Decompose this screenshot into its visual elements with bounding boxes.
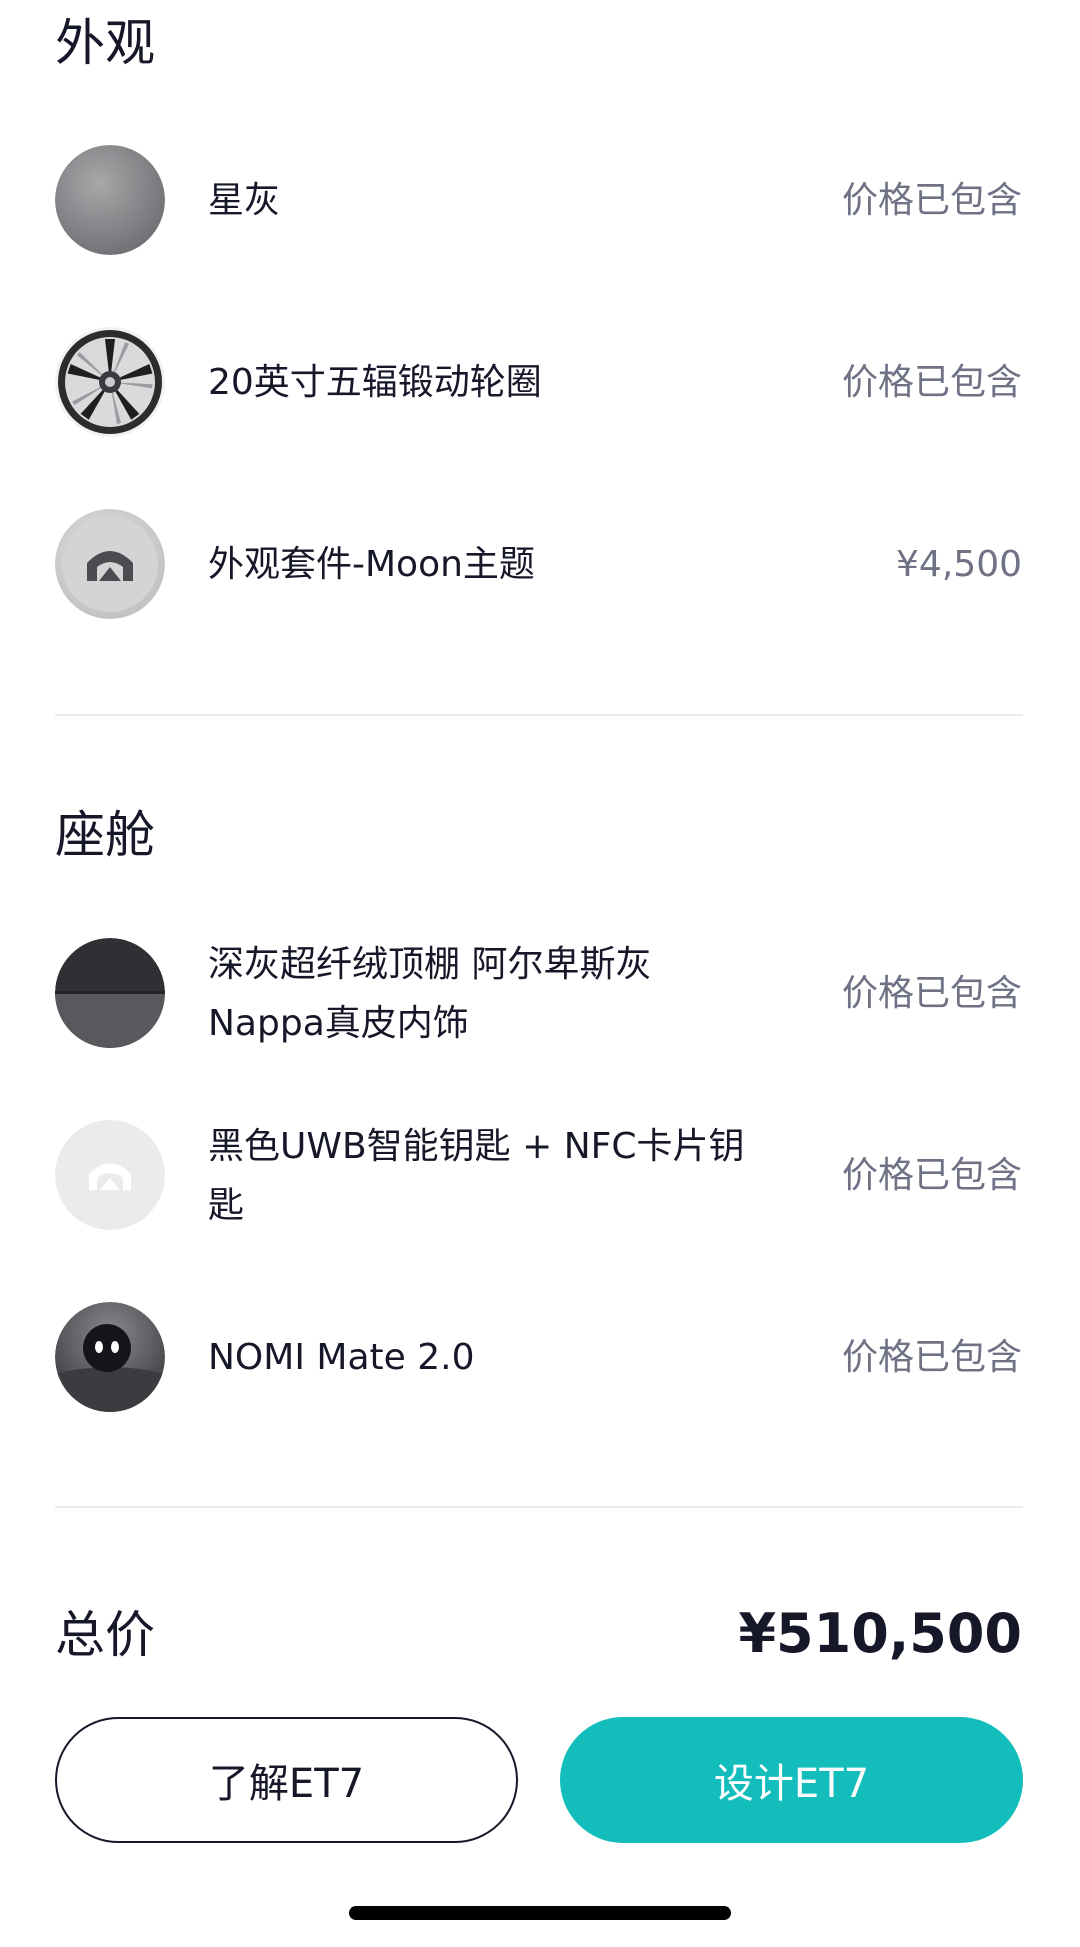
option-price: 价格已包含 [841,362,1022,403]
section-divider [55,714,1023,716]
home-indicator[interactable] [349,1906,731,1920]
section-title-cabin: 座舱 [55,806,155,864]
star-gray-swatch-icon [55,145,165,255]
option-row-nomi[interactable]: NOMI Mate 2.0 价格已包含 [0,1302,1080,1422]
total-price: ¥510,500 [738,1602,1022,1665]
option-price: 价格已包含 [841,180,1022,221]
option-label: 深灰超纤绒顶棚 阿尔卑斯灰 Nappa真皮内饰 [208,944,652,1044]
option-row-exterior-kit[interactable]: 外观套件-Moon主题 ¥4,500 [0,509,1080,629]
option-row-exterior-color[interactable]: 星灰 价格已包含 [0,145,1080,265]
option-row-interior[interactable]: 深灰超纤绒顶棚 阿尔卑斯灰 Nappa真皮内饰 价格已包含 [0,938,1080,1058]
moon-theme-icon [55,509,165,619]
option-label: NOMI Mate 2.0 [208,1337,475,1378]
option-price: ¥4,500 [896,544,1022,585]
option-row-wheels[interactable]: 20英寸五辐锻动轮圈 价格已包含 [0,327,1080,447]
total-label: 总价 [55,1606,155,1664]
option-label: 20英寸五辐锻动轮圈 [208,362,542,403]
learn-et7-button[interactable]: 了解ET7 [55,1717,518,1843]
option-price: 价格已包含 [841,1337,1022,1378]
option-price: 价格已包含 [841,1155,1022,1196]
design-et7-button[interactable]: 设计ET7 [560,1717,1023,1843]
smart-key-icon [55,1120,165,1230]
section-title-exterior: 外观 [55,14,155,72]
option-label: 黑色UWB智能钥匙 + NFC卡片钥匙 [208,1126,745,1226]
option-label: 星灰 [208,180,281,221]
section-divider [55,1506,1023,1508]
interior-swatch-icon [55,938,165,1048]
option-row-key[interactable]: 黑色UWB智能钥匙 + NFC卡片钥匙 价格已包含 [0,1120,1080,1240]
option-label: 外观套件-Moon主题 [208,544,535,585]
option-price: 价格已包含 [841,973,1022,1014]
wheel-icon [55,327,165,437]
nomi-icon [55,1302,165,1412]
